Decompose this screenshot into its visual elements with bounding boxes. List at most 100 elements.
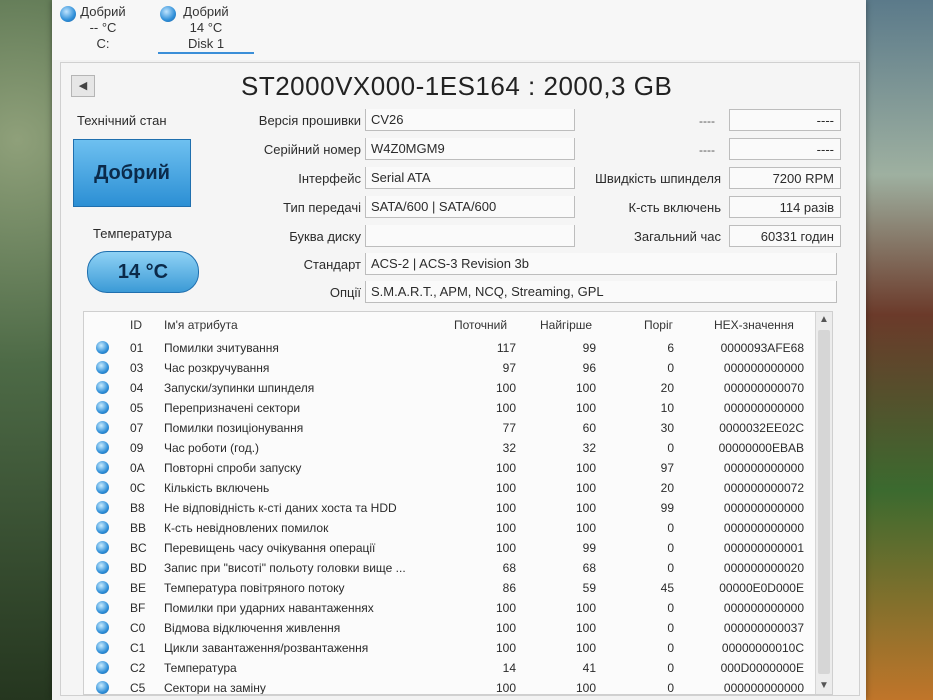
table-row[interactable]: BE Температура повітряного потоку 86 59 45 00… (84, 578, 814, 598)
serial-value: W4Z0MGM9 (365, 138, 575, 160)
attribute-worst: 100 (575, 381, 596, 395)
table-scrollbar[interactable]: ▲ ▼ (815, 312, 832, 694)
attribute-threshold: 0 (667, 681, 674, 695)
attribute-worst: 100 (575, 501, 596, 515)
attribute-worst: 68 (582, 561, 596, 575)
attribute-status-icon (96, 501, 109, 514)
column-header-worst[interactable]: Найгірше (540, 318, 592, 332)
attribute-threshold: 99 (660, 501, 674, 515)
scroll-thumb[interactable] (818, 330, 830, 674)
attribute-current: 100 (495, 381, 516, 395)
disk-tab-disk1[interactable]: Добрий 14 °C Disk 1 (158, 4, 254, 54)
attribute-id: B8 (130, 501, 145, 515)
attribute-id: C1 (130, 641, 146, 655)
health-status-badge[interactable]: Добрий (73, 139, 191, 207)
table-row[interactable]: 03 Час розкручування 97 96 0 000000000000 (84, 358, 814, 378)
attribute-name: Час розкручування (164, 361, 270, 375)
previous-disk-button[interactable]: ◀ (71, 75, 95, 97)
column-header-name[interactable]: Ім'я атрибута (164, 318, 238, 332)
transfer-mode-value: SATA/600 | SATA/600 (365, 196, 575, 218)
attribute-current: 77 (502, 421, 516, 435)
attribute-threshold: 10 (660, 401, 674, 415)
attribute-status-icon (96, 601, 109, 614)
table-row[interactable]: 04 Запуски/зупинки шпинделя 100 100 20 000000… (84, 378, 814, 398)
scroll-up-icon[interactable]: ▲ (816, 312, 832, 328)
attribute-worst: 99 (582, 341, 596, 355)
table-row[interactable]: BF Помилки при ударних навантаженнях 100 10… (84, 598, 814, 618)
attribute-status-icon (96, 641, 109, 654)
attribute-status-icon (96, 561, 109, 574)
attribute-raw-value: 000000000000 (723, 681, 804, 695)
attribute-id: 01 (130, 341, 144, 355)
interface-value: Serial ATA (365, 167, 575, 189)
attribute-name: Помилки при ударних навантаженнях (164, 601, 374, 615)
smart-attributes-table[interactable]: ID Ім'я атрибута Поточний Найгірше Поріг… (83, 311, 833, 695)
column-header-current[interactable]: Поточний (454, 318, 507, 332)
table-row[interactable]: 0C Кількість включень 100 100 20 000000000072 (84, 478, 814, 498)
attribute-worst: 100 (575, 621, 596, 635)
table-row[interactable]: 01 Помилки зчитування 117 99 6 0000093AFE68 (84, 338, 814, 358)
empty-field-value: ---- (729, 109, 841, 131)
attribute-worst: 100 (575, 681, 596, 695)
rotation-rate-label: Швидкість шпинделя (594, 171, 721, 186)
interface-label: Інтерфейс (298, 171, 361, 186)
attribute-current: 100 (495, 681, 516, 695)
attribute-threshold: 0 (667, 561, 674, 575)
attribute-raw-value: 000D0000000E (720, 661, 804, 675)
attribute-raw-value: 0000093AFE68 (720, 341, 804, 355)
table-row[interactable]: C0 Відмова відключення живлення 100 100 0 000… (84, 618, 814, 638)
attribute-id: C0 (130, 621, 146, 635)
empty-field-value: ---- (729, 138, 841, 160)
attribute-id: BB (130, 521, 147, 535)
standard-value: ACS-2 | ACS-3 Revision 3b (365, 253, 837, 275)
table-row[interactable]: B8 Не відповідність к-сті даних хоста та … (84, 498, 814, 518)
attribute-name: Сектори на заміну (164, 681, 266, 695)
attribute-worst: 59 (582, 581, 596, 595)
column-header-threshold[interactable]: Поріг (644, 318, 673, 332)
attribute-raw-value: 00000000010C (721, 641, 804, 655)
empty-field-dash: ---- (699, 114, 715, 128)
column-header-raw[interactable]: HEX-значення (714, 318, 794, 332)
attribute-name: Температура повітряного потоку (164, 581, 345, 595)
table-row[interactable]: BD Запис при "висоті" польоту головки вищ… (84, 558, 814, 578)
attribute-status-icon (96, 481, 109, 494)
column-header-id[interactable]: ID (130, 318, 142, 332)
attribute-worst: 60 (582, 421, 596, 435)
attribute-id: C5 (130, 681, 146, 695)
attribute-threshold: 0 (667, 541, 674, 555)
table-row[interactable]: 0A Повторні спроби запуску 100 100 97 0000000… (84, 458, 814, 478)
attribute-threshold: 20 (660, 381, 674, 395)
table-row[interactable]: BB К-сть невідновлених помилок 100 100 0 0000… (84, 518, 814, 538)
attribute-threshold: 0 (667, 661, 674, 675)
firmware-label: Версія прошивки (258, 113, 361, 128)
attribute-threshold: 0 (667, 361, 674, 375)
attribute-worst: 100 (575, 461, 596, 475)
drive-title: ST2000VX000-1ES164 : 2000,3 GB (241, 71, 673, 101)
attribute-status-icon (96, 521, 109, 534)
table-row[interactable]: 05 Перепризначені сектори 100 100 10 00000000… (84, 398, 814, 418)
serial-label: Серійний номер (263, 142, 361, 157)
table-row[interactable]: C1 Цикли завантаження/розвантаження 100 100… (84, 638, 814, 658)
transfer-mode-label: Тип передачі (283, 200, 361, 215)
temperature-label: Температура (93, 226, 172, 241)
scroll-down-icon[interactable]: ▼ (816, 678, 832, 694)
table-row[interactable]: C2 Температура 14 41 0 000D0000000E (84, 658, 814, 678)
attribute-id: 05 (130, 401, 144, 415)
attribute-status-icon (96, 401, 109, 414)
attribute-current: 32 (502, 441, 516, 455)
attribute-name: К-сть невідновлених помилок (164, 521, 329, 535)
disk-tab-c[interactable]: Добрий -- °C C: (58, 4, 148, 52)
attribute-id: 04 (130, 381, 144, 395)
attribute-name: Перевищень часу очікування операції (164, 541, 376, 555)
attribute-status-icon (96, 681, 109, 694)
table-row[interactable]: 09 Час роботи (год.) 32 32 0 00000000EBAB (84, 438, 814, 458)
table-row[interactable]: 07 Помилки позиціонування 77 60 30 0000032EE0… (84, 418, 814, 438)
attribute-current: 100 (495, 521, 516, 535)
power-on-hours-label: Загальний час (634, 229, 721, 244)
attribute-name: Кількість включень (164, 481, 270, 495)
table-row[interactable]: BC Перевищень часу очікування операції 100… (84, 538, 814, 558)
table-row[interactable]: C5 Сектори на заміну 100 100 0 000000000000 (84, 678, 814, 695)
attribute-threshold: 97 (660, 461, 674, 475)
attribute-id: BD (130, 561, 147, 575)
attribute-threshold: 45 (660, 581, 674, 595)
